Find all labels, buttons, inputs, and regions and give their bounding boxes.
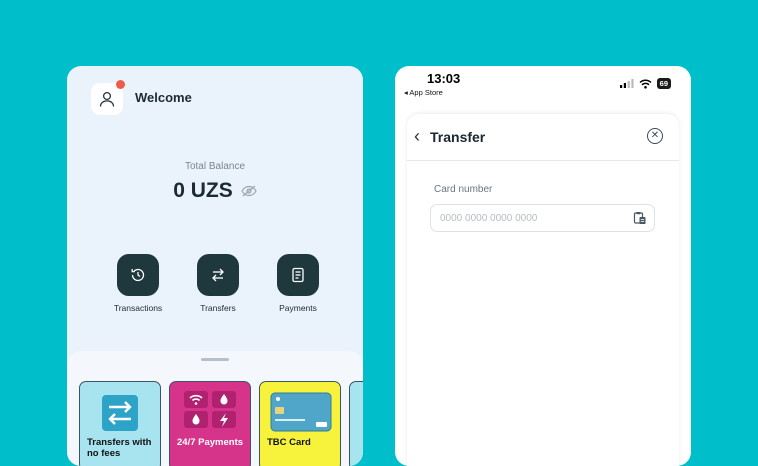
modal-title: Transfer [430, 129, 486, 145]
transfer-arrows-icon [212, 268, 224, 282]
home-screen: Welcome Total Balance 0 UZS Transactions [67, 66, 363, 466]
promo-card-next[interactable] [349, 381, 363, 466]
modal-header: ‹ Transfer ✕ [407, 114, 679, 161]
back-to-app-store-link[interactable]: ◂ App Store [404, 88, 443, 97]
wifi-icon [639, 79, 652, 89]
card-number-label: Card number [434, 184, 493, 195]
transfer-card-icon [102, 395, 138, 431]
promo-cards-carousel[interactable]: Transfers with no fees 24/7 Payments TBC… [79, 381, 363, 466]
cellular-signal-icon [619, 79, 634, 88]
payments-button[interactable]: Payments [267, 254, 329, 313]
close-button[interactable]: ✕ [647, 128, 663, 144]
paste-clipboard-icon[interactable] [633, 211, 647, 225]
payments-icon-button[interactable] [277, 254, 319, 296]
profile-avatar-button[interactable] [91, 80, 125, 115]
user-icon [99, 91, 115, 107]
transfer-modal: ‹ Transfer ✕ Card number [407, 114, 679, 466]
balance-row: 0 UZS [67, 179, 363, 203]
promo-card-label: Transfers with no fees [87, 437, 152, 459]
transactions-icon-button[interactable] [117, 254, 159, 296]
promo-card-tbc[interactable]: TBC Card [259, 381, 341, 466]
balance-label: Total Balance [184, 161, 246, 172]
transactions-label: Transactions [113, 303, 163, 313]
status-time: 13:03 [427, 71, 461, 86]
utilities-icon [184, 391, 236, 428]
promo-card-label: 24/7 Payments [177, 437, 244, 448]
close-icon: ✕ [650, 130, 660, 141]
transfers-icon-button[interactable] [197, 254, 239, 296]
greeting-text: Welcome [135, 90, 192, 105]
payments-label: Payments [279, 303, 317, 313]
promo-card-label: TBC Card [267, 437, 311, 448]
history-icon [131, 268, 145, 282]
promo-card-transfers[interactable]: Transfers with no fees [79, 381, 161, 466]
transfers-button[interactable]: Transfers [187, 254, 249, 313]
card-number-input[interactable] [430, 204, 655, 232]
promo-sheet: Transfers with no fees 24/7 Payments TBC… [67, 351, 363, 466]
hide-balance-eye-icon[interactable] [241, 185, 257, 197]
notification-dot [116, 80, 125, 89]
status-icons: 69 [619, 78, 671, 89]
transactions-button[interactable]: Transactions [107, 254, 169, 313]
quick-actions: Transactions Transfers Payments [107, 254, 329, 313]
battery-indicator: 69 [656, 78, 671, 89]
balance-amount: 0 UZS [173, 179, 233, 202]
receipt-icon [292, 267, 304, 283]
sheet-drag-handle[interactable] [201, 358, 229, 361]
transfer-screen: 13:03 ◂ App Store 69 ‹ Transfer ✕ Card n… [395, 66, 691, 466]
promo-card-payments[interactable]: 24/7 Payments [169, 381, 251, 466]
bank-card-icon [270, 392, 332, 432]
transfers-label: Transfers [200, 303, 236, 313]
chevron-left-icon[interactable]: ‹ [414, 126, 420, 146]
